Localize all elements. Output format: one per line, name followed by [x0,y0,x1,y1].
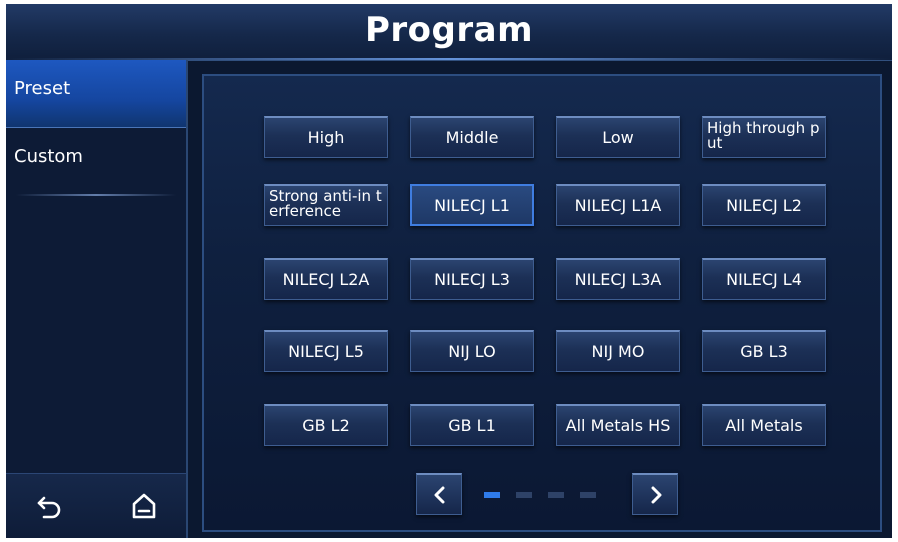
sidebar-footer [6,473,186,538]
program-panel: High Middle Low High through put Strong … [202,74,882,532]
program-button-all-metals-hs[interactable]: All Metals HS [556,404,680,446]
page-dot-2 [516,492,532,498]
program-button-all-metals[interactable]: All Metals [702,404,826,446]
page-dot-3 [548,492,564,498]
program-button-nij-lo[interactable]: NIJ LO [410,330,534,372]
back-icon[interactable] [34,490,66,522]
program-button-middle[interactable]: Middle [410,116,534,158]
chevron-left-icon [434,486,445,504]
program-button-strong-anti-interference[interactable]: Strong anti-in terference [264,184,388,226]
sidebar-item-label: Preset [14,78,71,99]
program-button-gb-l2[interactable]: GB L2 [264,404,388,446]
home-icon[interactable] [128,490,160,522]
program-button-nilecj-l3[interactable]: NILECJ L3 [410,258,534,300]
sidebar-item-preset[interactable]: Preset [6,60,186,128]
program-button-nilecj-l5[interactable]: NILECJ L5 [264,330,388,372]
program-button-nilecj-l2a[interactable]: NILECJ L2A [264,258,388,300]
program-button-gb-l1[interactable]: GB L1 [410,404,534,446]
sidebar-item-label: Custom [14,146,83,167]
sidebar: Preset Custom [6,60,188,538]
program-button-nilecj-l3a[interactable]: NILECJ L3A [556,258,680,300]
program-button-nilecj-l4[interactable]: NILECJ L4 [702,258,826,300]
program-button-gb-l3[interactable]: GB L3 [702,330,826,372]
sidebar-item-custom[interactable]: Custom [6,128,186,196]
page-title: Program [364,10,534,50]
previous-page-button[interactable] [416,473,462,515]
next-page-button[interactable] [632,473,678,515]
sidebar-divider [16,194,176,196]
program-button-nilecj-l1a[interactable]: NILECJ L1A [556,184,680,226]
title-bar: Program [6,4,892,61]
program-button-nilecj-l1[interactable]: NILECJ L1 [410,184,534,226]
page-dot-1 [484,492,500,498]
program-screen: Program Preset Custom High Middle Low Hi… [6,4,892,538]
chevron-right-icon [651,486,662,504]
program-button-high[interactable]: High [264,116,388,158]
page-dot-4 [580,492,596,498]
page-indicator [484,492,596,498]
program-button-nilecj-l2[interactable]: NILECJ L2 [702,184,826,226]
program-button-high-throughput[interactable]: High through put [702,116,826,158]
program-button-low[interactable]: Low [556,116,680,158]
program-button-nij-mo[interactable]: NIJ MO [556,330,680,372]
